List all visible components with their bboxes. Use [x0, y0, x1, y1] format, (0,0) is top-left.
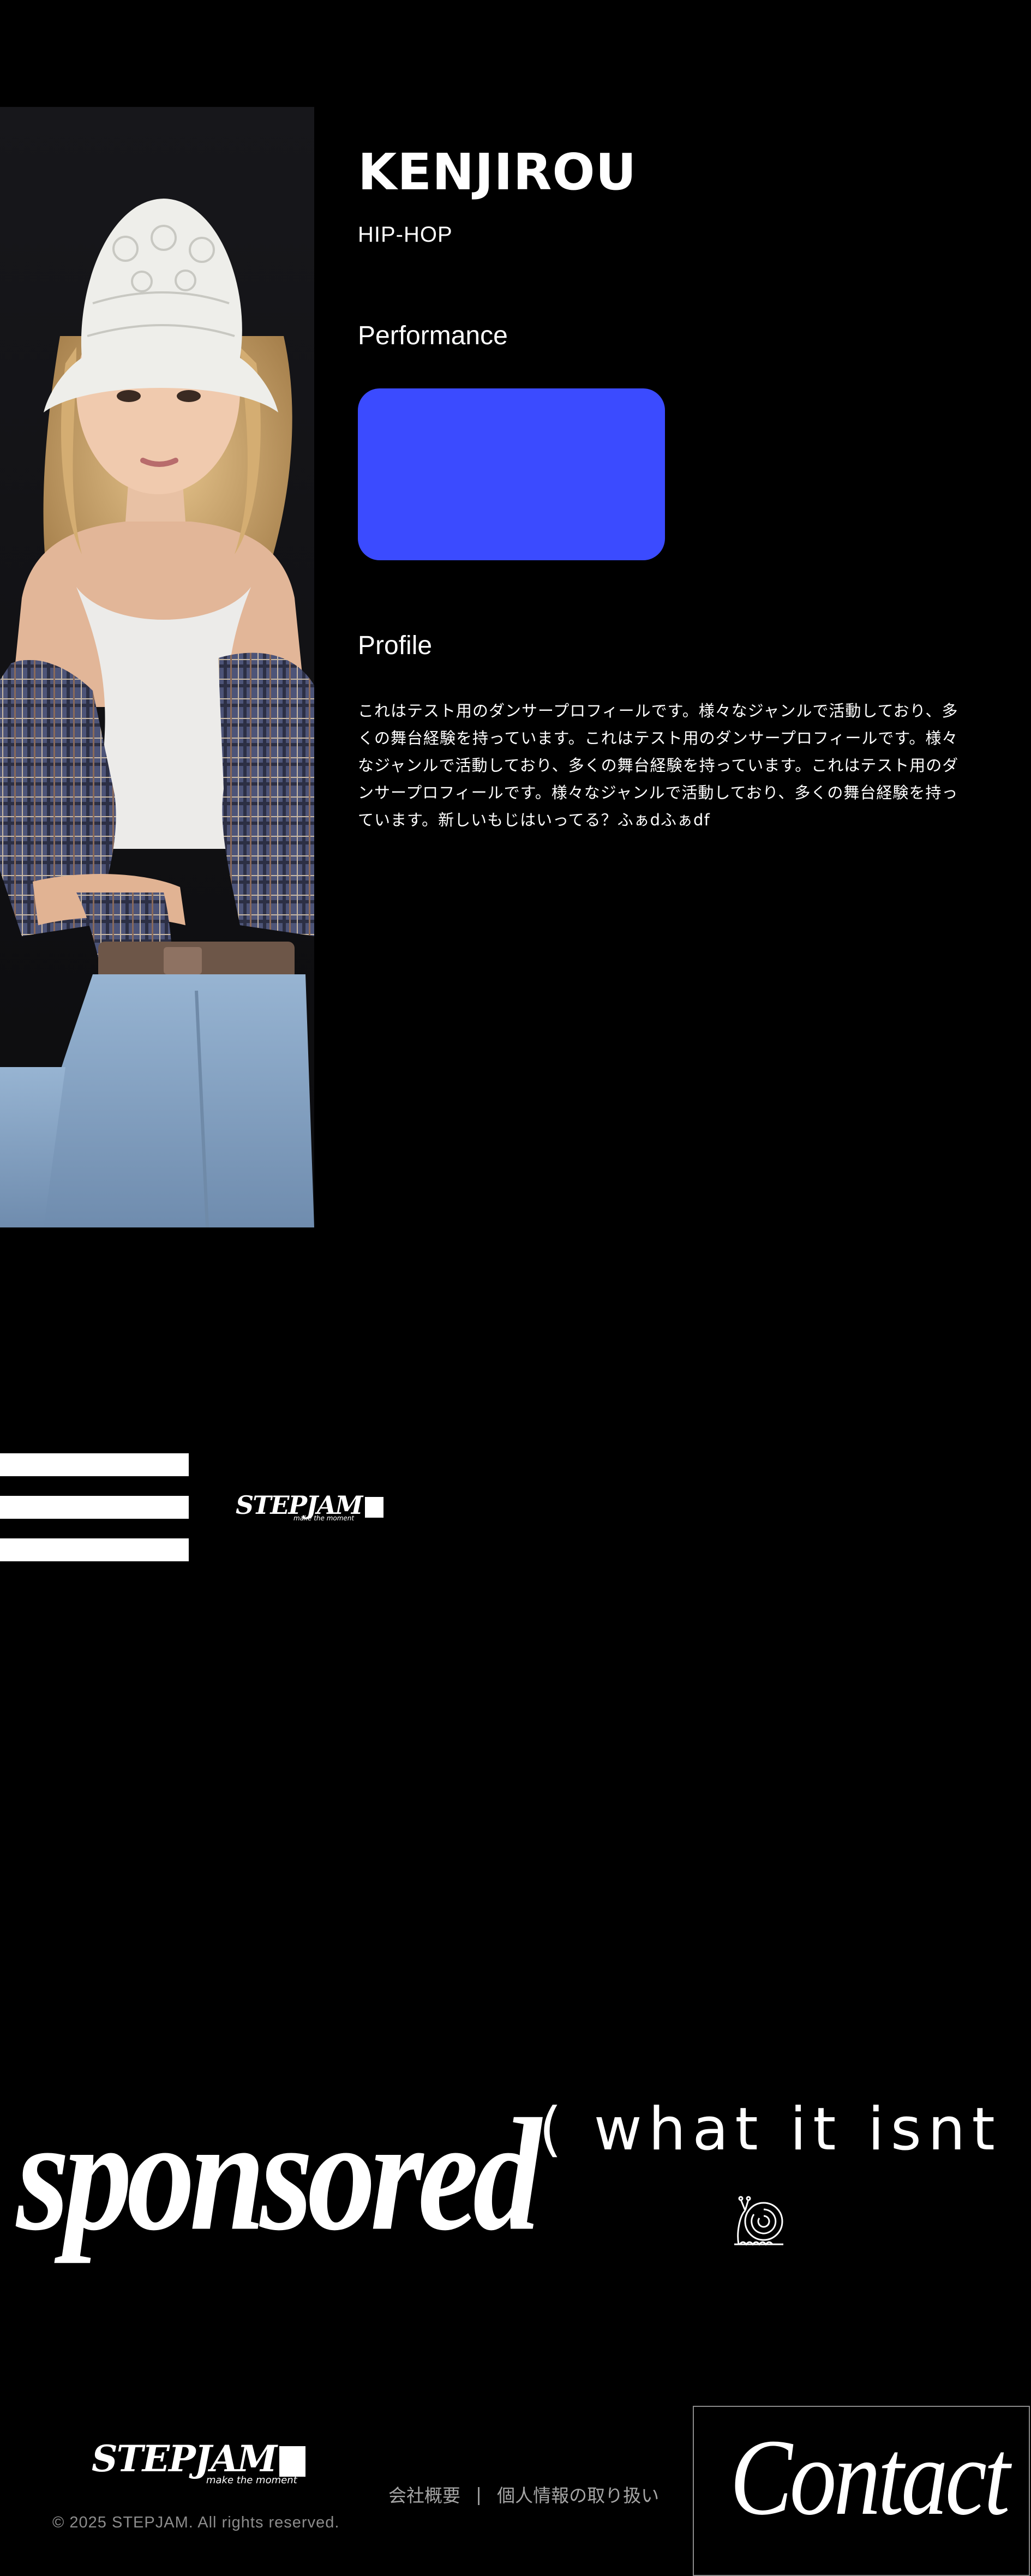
menu-bar-bottom	[0, 1538, 189, 1561]
sponsored-title: sponsored	[16, 2086, 541, 2265]
profile-heading: Profile	[358, 631, 433, 660]
footer-links: 会社概要 | 個人情報の取り扱い	[388, 2481, 659, 2507]
logo-mark-icon	[365, 1497, 384, 1518]
footer-link-separator: |	[476, 2483, 482, 2505]
footer-link-company[interactable]: 会社概要	[388, 2481, 460, 2507]
performance-video[interactable]	[358, 388, 665, 560]
footer-link-privacy[interactable]: 個人情報の取り扱い	[497, 2481, 659, 2507]
profile-text: これはテスト用のダンサープロフィールです。様々なジャンルで活動しており、多くの舞…	[358, 702, 959, 829]
snail-icon	[729, 2194, 789, 2254]
footer-logo-mark-icon	[279, 2446, 306, 2477]
contact-button[interactable]: Contact	[693, 2406, 1030, 2576]
contact-label: Contact	[730, 2417, 1010, 2538]
footer-logo-wordmark: STEPJAM	[92, 2437, 277, 2480]
dancer-genre: HIP-HOP	[358, 223, 453, 247]
sponsored-subtitle: ( what it isnt )	[539, 2095, 1031, 2164]
menu-bar-top	[0, 1453, 189, 1476]
footer-logo-tagline: make the moment	[206, 2475, 297, 2486]
copyright: © 2025 STEPJAM. All rights reserved.	[52, 2514, 340, 2531]
performance-heading: Performance	[358, 321, 508, 350]
header-logo[interactable]: STEPJAM make the moment	[236, 1493, 384, 1522]
logo-tagline: make the moment	[293, 1514, 355, 1522]
menu-bar-middle	[0, 1496, 189, 1519]
dancer-name: KENJIROU	[358, 143, 637, 201]
dancer-photo	[0, 107, 314, 1227]
dancer-illustration	[0, 199, 314, 1227]
hamburger-icon[interactable]	[0, 1453, 189, 1561]
footer-logo[interactable]: STEPJAM make the moment	[92, 2437, 306, 2486]
